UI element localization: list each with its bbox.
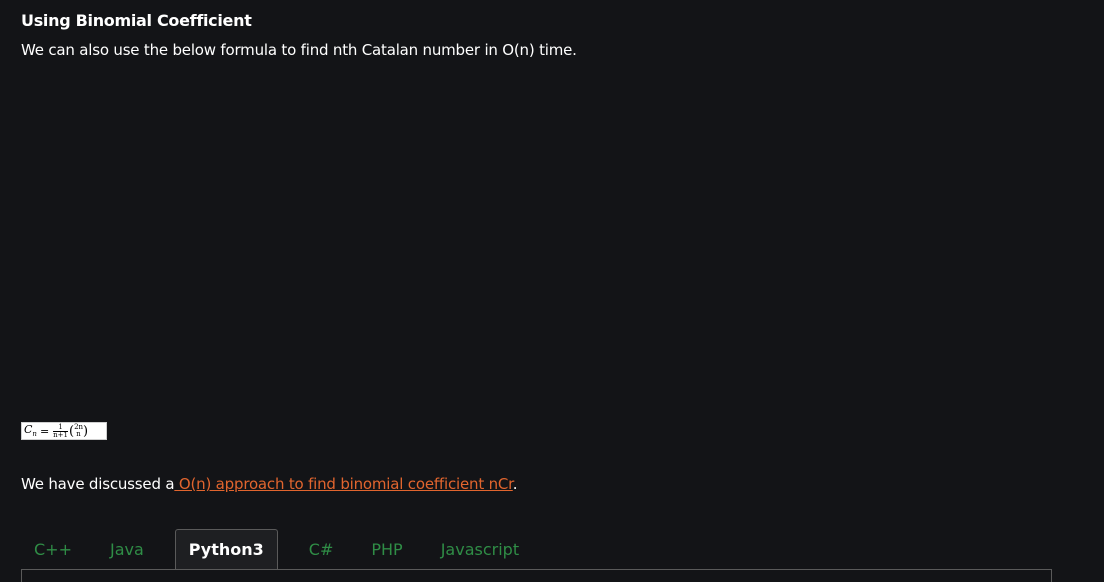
tab-php[interactable]: PHP — [358, 529, 415, 569]
tab-csharp[interactable]: C# — [296, 529, 347, 569]
tab-python3[interactable]: Python3 — [174, 529, 278, 569]
section-heading: Using Binomial Coefficient — [21, 11, 252, 30]
formula-equals: = — [39, 424, 50, 438]
catalan-formula-image: Cn = 1 n+1 ( 2n n ) — [21, 422, 107, 440]
formula-lhs: Cn — [24, 423, 37, 439]
tab-javascript[interactable]: Javascript — [428, 529, 532, 569]
discussed-paragraph: We have discussed a O(n) approach to fin… — [21, 475, 518, 493]
discussed-prefix: We have discussed a — [21, 475, 175, 493]
formula-binomial: 2n n — [74, 423, 84, 438]
language-tabs: C++ Java Python3 C# PHP Javascript — [21, 529, 538, 569]
formula-fraction: 1 n+1 — [53, 422, 68, 439]
tab-cpp[interactable]: C++ — [21, 529, 85, 569]
tab-java[interactable]: Java — [97, 529, 157, 569]
intro-paragraph: We can also use the below formula to fin… — [21, 41, 577, 59]
code-panel — [21, 569, 1052, 582]
article-content: Using Binomial Coefficient We can also u… — [0, 0, 1104, 582]
binomial-coefficient-link[interactable]: O(n) approach to find binomial coefficie… — [174, 475, 513, 493]
discussed-suffix: . — [512, 475, 518, 493]
